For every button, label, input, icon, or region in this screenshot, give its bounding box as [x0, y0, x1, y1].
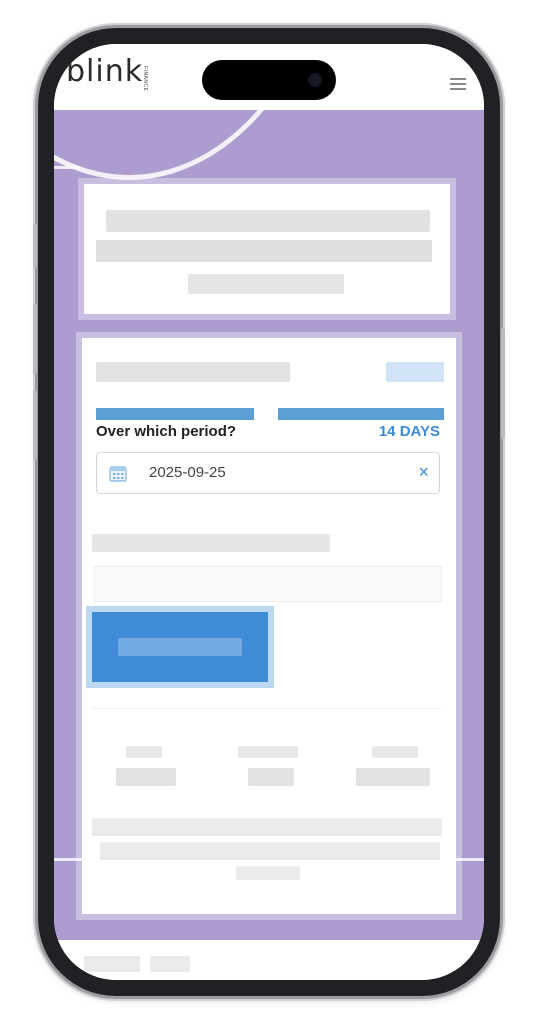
amount-slider-track[interactable]	[96, 408, 254, 420]
calculate-button[interactable]	[92, 612, 268, 682]
action-button	[33, 224, 37, 268]
period-label: Over which period?	[96, 423, 237, 440]
date-value: 2025-09-25	[149, 464, 226, 481]
blurred-input[interactable]	[94, 566, 442, 602]
blurred-button-label	[118, 638, 242, 656]
blurred-link[interactable]	[386, 362, 444, 382]
volume-up-button	[33, 304, 37, 374]
calendar-icon[interactable]	[109, 464, 127, 482]
phone-frame: blink FINANCE Over which period? 14 DAYS…	[33, 28, 505, 996]
blurred-text	[96, 240, 432, 262]
blurred-result-label	[238, 746, 298, 758]
date-input[interactable]: 2025-09-25 ×	[96, 452, 440, 494]
blurred-label	[92, 534, 330, 552]
period-value: 14 DAYS	[378, 423, 440, 440]
volume-down-button	[33, 390, 37, 460]
hero-section: Over which period? 14 DAYS 2025-09-25 ×	[54, 110, 484, 940]
blurred-result-value	[248, 768, 294, 786]
period-row: Over which period? 14 DAYS	[96, 420, 440, 444]
blurred-result-label	[126, 746, 162, 758]
blurred-result-value	[116, 768, 176, 786]
calculator-card: Over which period? 14 DAYS 2025-09-25 ×	[82, 338, 456, 914]
logo-subtext: FINANCE	[142, 66, 148, 92]
page-footer	[54, 940, 484, 980]
blurred-result-value	[356, 768, 430, 786]
blurred-text	[106, 210, 430, 232]
blurred-text	[188, 274, 344, 294]
blurred-disclaimer	[236, 866, 300, 880]
blurred-disclaimer	[100, 842, 440, 860]
period-slider-track[interactable]	[278, 408, 444, 420]
blurred-heading	[96, 362, 290, 382]
blink-logo[interactable]: blink	[66, 54, 143, 89]
intro-card	[84, 184, 450, 314]
power-button	[501, 328, 505, 438]
blurred-footer-text	[84, 956, 140, 972]
blurred-disclaimer	[92, 818, 442, 836]
phone-screen: blink FINANCE Over which period? 14 DAYS…	[54, 44, 484, 980]
clear-date-button[interactable]: ×	[418, 462, 429, 482]
decorative-line-left	[54, 166, 80, 169]
front-camera	[308, 73, 322, 87]
results-divider	[92, 708, 442, 709]
decorative-line-bottom-left	[54, 858, 82, 861]
blurred-footer-text	[150, 956, 190, 972]
dynamic-island	[202, 60, 336, 100]
blurred-result-label	[372, 746, 418, 758]
decorative-line-bottom-right	[456, 858, 484, 861]
decorative-arc	[54, 110, 344, 180]
hamburger-menu-icon[interactable]	[450, 78, 466, 90]
